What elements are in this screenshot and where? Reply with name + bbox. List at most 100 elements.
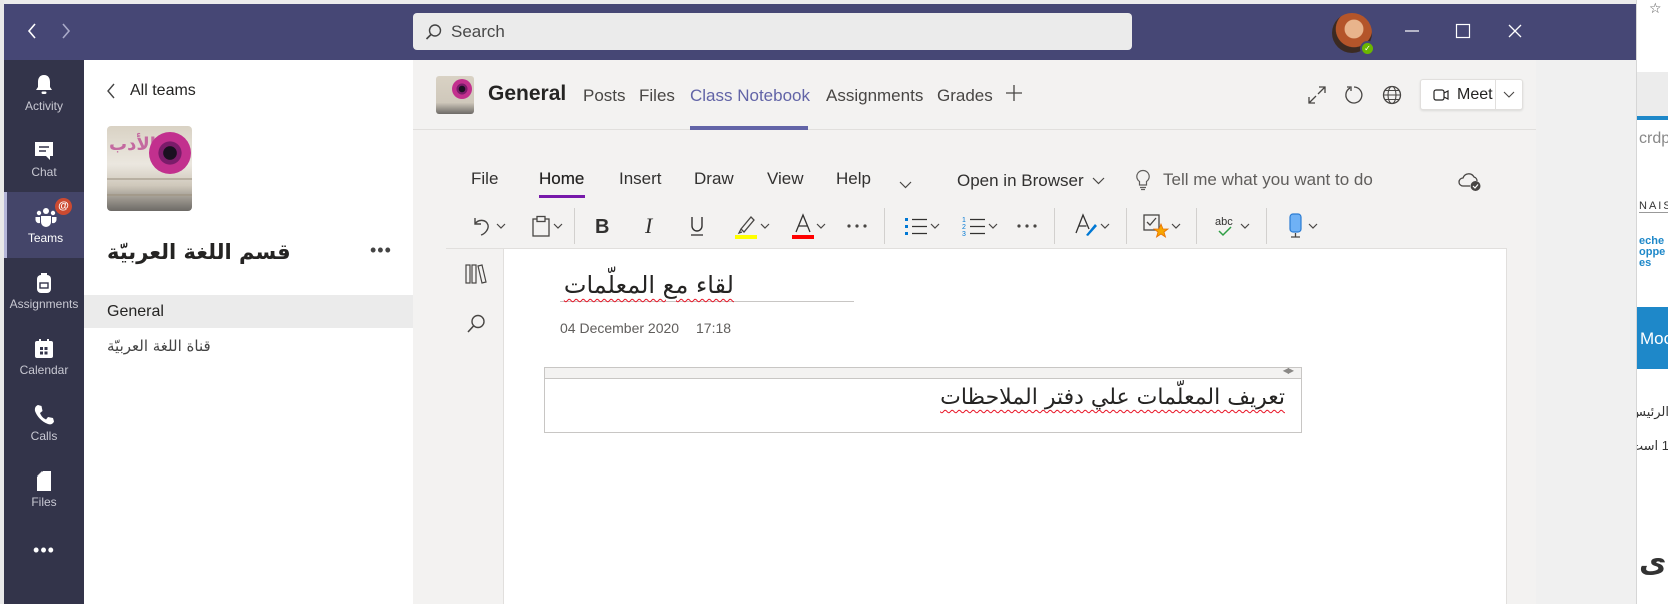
styles-button[interactable] [1068, 210, 1116, 242]
more-ribbon-tabs-button[interactable] [899, 174, 912, 194]
meet-label: Meet [1457, 85, 1493, 103]
tab-assignments[interactable]: Assignments [826, 86, 923, 106]
background-link[interactable]: eche oppe es [1639, 236, 1665, 269]
numbering-button[interactable]: 123 [956, 210, 1004, 242]
search-box[interactable] [413, 13, 1132, 50]
font-color-button[interactable] [786, 210, 832, 242]
underline-icon [691, 217, 703, 236]
note-text[interactable]: تعريف المعلّمات علي دفتر الملاحظات [545, 379, 1301, 410]
note-text-content: تعريف المعلّمات علي دفتر الملاحظات [940, 385, 1285, 410]
library-icon [465, 264, 487, 284]
bullets-button[interactable] [898, 210, 946, 242]
website-button[interactable] [1381, 84, 1403, 106]
rail-item-calendar[interactable]: Calendar [4, 324, 84, 390]
chevron-down-icon [1503, 91, 1515, 98]
spelling-button[interactable]: abc [1208, 210, 1256, 242]
note-container[interactable]: ◀▶ تعريف المعلّمات علي دفتر الملاحظات [544, 366, 1302, 433]
paste-button[interactable] [524, 210, 570, 242]
more-paragraph-button[interactable] [1012, 210, 1042, 242]
search-notebook-button[interactable] [465, 313, 487, 340]
video-camera-icon [1433, 88, 1449, 101]
add-tab-button[interactable] [1005, 83, 1023, 107]
italic-button[interactable]: I [636, 210, 664, 242]
all-teams-link[interactable]: All teams [106, 82, 196, 100]
chevron-down-icon [988, 223, 998, 229]
underline-button[interactable] [683, 210, 711, 242]
book-image [107, 178, 192, 196]
title-bar: ✓ [4, 4, 1636, 60]
dictate-button[interactable] [1278, 210, 1326, 242]
ribbon-tab-insert[interactable]: Insert [619, 169, 662, 189]
bold-button[interactable]: B [588, 210, 616, 242]
minimize-button[interactable] [1397, 16, 1427, 46]
more-icon [1017, 224, 1037, 228]
bookmark-star-icon[interactable]: ☆ [1649, 0, 1662, 17]
notebooks-button[interactable] [464, 263, 488, 290]
background-button[interactable]: Moo [1637, 307, 1668, 369]
tab-grades[interactable]: Grades [937, 86, 993, 106]
ribbon-tab-view[interactable]: View [767, 169, 804, 189]
rail-item-chat[interactable]: Chat [4, 126, 84, 192]
ribbon-tab-draw[interactable]: Draw [694, 169, 734, 189]
toolbar-divider [574, 208, 575, 244]
forward-button[interactable] [56, 22, 76, 42]
globe-icon [1382, 85, 1402, 105]
rail-item-assignments[interactable]: Assignments [4, 258, 84, 324]
more-formatting-button[interactable] [842, 210, 872, 242]
tab-class-notebook[interactable]: Class Notebook [690, 86, 810, 106]
expand-button[interactable] [1306, 84, 1328, 106]
search-input[interactable] [451, 21, 1051, 42]
rail-item-files[interactable]: Files [4, 456, 84, 522]
team-more-options-button[interactable]: ••• [370, 240, 392, 261]
back-button[interactable] [22, 22, 42, 42]
undo-icon [474, 218, 489, 236]
tab-posts[interactable]: Posts [583, 86, 626, 106]
close-icon [1508, 24, 1522, 38]
team-panel: All teams الأدب قسم اللغة العربيّة ••• G… [84, 60, 413, 604]
file-icon [37, 471, 51, 491]
maximize-button[interactable] [1448, 16, 1478, 46]
active-tab-indicator [690, 126, 808, 130]
plus-icon [1006, 85, 1022, 101]
resize-arrows-icon[interactable]: ◀▶ [1283, 366, 1294, 375]
tag-button[interactable] [1138, 210, 1186, 242]
background-banner [1637, 72, 1668, 116]
active-ribbon-tab-indicator [539, 195, 585, 198]
chevron-left-icon [27, 23, 36, 39]
rail-item-calls[interactable]: Calls [4, 390, 84, 456]
ribbon-tab-file[interactable]: File [471, 169, 498, 189]
background-link-line: es [1639, 257, 1652, 269]
italic-icon: I [644, 215, 654, 237]
main-content: General Posts Files Class Notebook Assig… [413, 60, 1536, 604]
chevron-down-icon [496, 223, 506, 229]
ribbon-tab-home[interactable]: Home [539, 169, 584, 189]
channel-general[interactable]: General [84, 295, 413, 328]
tab-files[interactable]: Files [639, 86, 675, 106]
page-title[interactable]: لقاء مع المعلّمات [560, 271, 854, 302]
rail-item-activity[interactable]: Activity [4, 60, 84, 126]
avatar[interactable]: ✓ [1332, 13, 1375, 56]
open-in-browser-button[interactable]: Open in Browser [957, 171, 1105, 191]
undo-button[interactable] [466, 210, 512, 242]
channel-arabic[interactable]: قناة اللغة العربيّة [84, 329, 413, 362]
reload-button[interactable] [1343, 84, 1365, 106]
svg-text:2: 2 [962, 224, 966, 231]
status-available-icon: ✓ [1360, 41, 1375, 56]
close-button[interactable] [1500, 16, 1530, 46]
rail-item-teams[interactable]: Teams @ [4, 192, 84, 258]
note-container-handle[interactable]: ◀▶ [545, 366, 1301, 379]
sync-status-button[interactable] [1457, 172, 1483, 192]
ribbon-tab-help[interactable]: Help [836, 169, 871, 189]
toolbar-divider [1126, 208, 1127, 244]
more-apps-button[interactable]: ••• [4, 540, 84, 561]
page-title-text: لقاء مع المعلّمات [563, 271, 734, 299]
reload-icon [1345, 86, 1363, 104]
highlight-button[interactable] [728, 210, 776, 242]
meet-dropdown-button[interactable] [1496, 80, 1522, 109]
tell-me-search[interactable]: Tell me what you want to do [1135, 169, 1373, 191]
chevron-down-icon [816, 223, 826, 229]
svg-text:B: B [595, 216, 609, 237]
maximize-icon [1455, 23, 1471, 39]
meet-button[interactable]: Meet [1421, 80, 1496, 109]
note-page[interactable]: لقاء مع المعلّمات 04 December 2020 17:18… [503, 248, 1507, 604]
